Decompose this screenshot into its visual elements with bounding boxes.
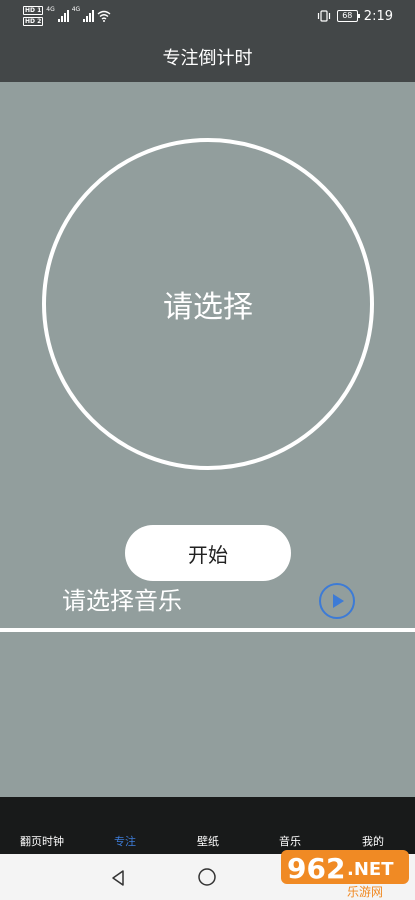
- header: 专注倒计时: [0, 32, 415, 82]
- wifi-icon: [97, 10, 111, 22]
- signal-icon: [83, 10, 95, 22]
- home-icon[interactable]: [197, 867, 217, 887]
- bottom-tab-bar: 翻页时钟 专注 壁纸 音乐 我的: [0, 797, 415, 854]
- start-button-label: 开始: [188, 542, 228, 567]
- status-left: HD 1 HD 2 4G 4G: [23, 5, 111, 27]
- timer-select-label: 请选择: [163, 290, 253, 325]
- play-icon[interactable]: [318, 582, 356, 620]
- tab-mine[interactable]: 我的: [362, 833, 384, 849]
- divider: [0, 628, 415, 632]
- sim1-badge: HD 1: [23, 6, 44, 15]
- watermark-caption: 乐游网: [347, 885, 383, 899]
- watermark-logo: 962 .NET 乐游网: [281, 850, 409, 899]
- vibrate-icon: [317, 10, 330, 22]
- back-icon[interactable]: [108, 868, 128, 888]
- status-right: 68 2:19: [317, 6, 393, 26]
- tab-wallpaper[interactable]: 壁纸: [197, 833, 219, 849]
- tab-music[interactable]: 音乐: [279, 833, 301, 849]
- network-type-2: 4G: [71, 6, 81, 13]
- timer-dial[interactable]: 请选择: [42, 138, 374, 470]
- sim-badges: HD 1 HD 2: [23, 6, 44, 26]
- page-title: 专注倒计时: [162, 48, 253, 69]
- start-button[interactable]: 开始: [125, 525, 291, 581]
- tab-focus[interactable]: 专注: [114, 833, 136, 849]
- music-select[interactable]: 请选择音乐: [62, 584, 182, 618]
- sim2-badge: HD 2: [23, 17, 44, 26]
- status-bar: HD 1 HD 2 4G 4G 68 2:19: [0, 0, 415, 32]
- signal-icon: [57, 10, 69, 22]
- network-type-1: 4G: [46, 6, 55, 13]
- watermark-brand: 962: [287, 852, 345, 885]
- status-time: 2:19: [363, 8, 393, 24]
- battery-icon: 68: [336, 10, 360, 22]
- watermark-suffix: .NET: [347, 859, 394, 880]
- tab-flip-clock[interactable]: 翻页时钟: [20, 833, 64, 849]
